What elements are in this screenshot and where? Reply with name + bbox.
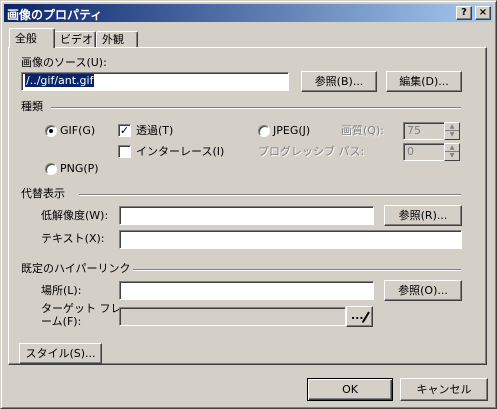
spin-down-icon: ▼ [449, 131, 455, 138]
image-properties-dialog: 画像のプロパティ ? × 全般 ビデオ 外観 画像のソース(U): /../gi… [0, 0, 497, 409]
spin-up-icon: ▲ [445, 123, 459, 131]
gif-radio[interactable] [45, 125, 57, 137]
target-frame-label-line2: ーム(F): [41, 315, 82, 328]
alternate-group-divider [79, 194, 461, 196]
jpeg-radio[interactable] [258, 125, 270, 137]
interlace-checkbox[interactable] [118, 145, 131, 158]
alt-text-label: テキスト(X): [41, 232, 105, 245]
image-source-value: /../gif/ant.gif [25, 74, 95, 87]
png-label: PNG(P) [60, 162, 99, 175]
browse-low-res-button[interactable]: 参照(R)... [384, 205, 462, 226]
tab-video[interactable]: ビデオ [54, 31, 96, 48]
tab-appearance[interactable]: 外観 [96, 31, 138, 48]
pencil-icon [362, 311, 370, 323]
browse-location-button[interactable]: 参照(O)... [384, 280, 462, 301]
spin-up-icon: ▲ [445, 144, 459, 152]
hyperlink-group-title: 既定のハイパーリンク [21, 262, 131, 275]
target-frame-picker-button[interactable]: ... [346, 306, 373, 327]
style-button[interactable]: スタイル(S)... [19, 343, 102, 364]
jpeg-label: JPEG(J) [273, 124, 311, 137]
png-radio[interactable] [45, 163, 57, 175]
transparent-label: 透過(T) [136, 124, 174, 137]
close-button[interactable]: × [475, 6, 491, 20]
quality-label: 画質(Q): [341, 124, 384, 137]
cancel-button[interactable]: キャンセル [400, 378, 488, 401]
window-title: 画像のプロパティ [7, 8, 103, 22]
hyperlink-group-divider [133, 269, 461, 271]
low-res-input[interactable] [119, 206, 374, 225]
type-group-divider [51, 107, 461, 109]
spin-down-icon: ▼ [449, 152, 455, 159]
browse-source-button[interactable]: 参照(B)... [301, 71, 377, 92]
ok-button[interactable]: OK [307, 378, 393, 401]
location-label: 場所(L): [41, 284, 82, 297]
location-input[interactable] [119, 281, 374, 300]
title-bar: 画像のプロパティ ? × [4, 4, 493, 22]
image-source-input[interactable]: /../gif/ant.gif [21, 72, 289, 91]
alt-text-input[interactable] [119, 230, 462, 249]
tab-general[interactable]: 全般 [9, 28, 55, 48]
image-source-label: 画像のソース(U): [21, 56, 107, 69]
progressive-spinner[interactable]: ▲ ▼ [444, 143, 460, 161]
interlace-label: インターレース(I) [136, 145, 225, 158]
quality-input[interactable]: 75 [403, 122, 445, 140]
target-frame-input[interactable] [119, 307, 346, 326]
quality-spinner[interactable]: ▲ ▼ [444, 122, 460, 140]
help-button[interactable]: ? [456, 6, 472, 20]
target-frame-label-line1: ターゲット フレ [41, 302, 122, 315]
alternate-group-title: 代替表示 [21, 187, 65, 200]
edit-source-button[interactable]: 編集(D)... [386, 71, 462, 92]
transparent-checkbox[interactable]: ✓ [118, 124, 131, 137]
gif-label: GIF(G) [60, 124, 96, 137]
low-res-label: 低解像度(W): [41, 209, 109, 222]
progressive-label: プログレッシブ パス: [258, 145, 365, 158]
progressive-input[interactable]: 0 [403, 143, 445, 161]
type-group-title: 種類 [21, 100, 43, 113]
